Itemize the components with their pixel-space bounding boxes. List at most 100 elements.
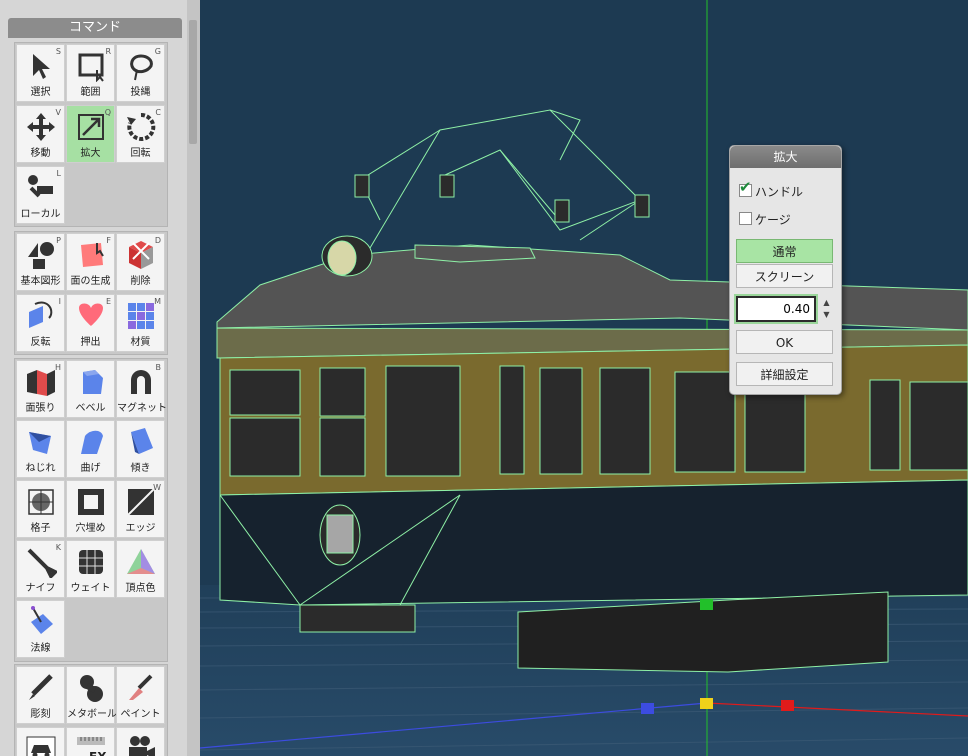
tool-label: ウェイト [70, 583, 111, 594]
command-sidebar: コマンド S 選択 R 範囲 G 投縄 V 移動 Q 拡大 C 回転 L ローカル P 基本図形 F 面の生成 D… [0, 0, 200, 756]
mode-screen-button[interactable]: スクリーン [736, 264, 833, 288]
tool-shortcut-key: K [55, 543, 61, 552]
tool-twist[interactable]: ねじれ [16, 420, 65, 478]
tool-flip[interactable]: I 反転 [16, 294, 65, 352]
tool-range[interactable]: R 範囲 [66, 44, 115, 102]
x-handle[interactable] [781, 700, 794, 711]
paint-icon [129, 674, 153, 700]
twist-icon [29, 432, 51, 454]
gauge-checkbox-label: ケージ [755, 213, 791, 227]
z-handle[interactable] [641, 703, 654, 714]
shapes-icon [28, 242, 54, 269]
tool-shortcut-key: C [155, 108, 161, 117]
tool-vertex-color[interactable]: 頂点色 [116, 540, 165, 598]
tool-ruler[interactable]: FX [66, 727, 115, 756]
tool-shortcut-key: W [153, 483, 161, 492]
tool-label: ローカル [20, 209, 61, 220]
tool-lattice[interactable]: 格子 [16, 480, 65, 538]
y-handle[interactable] [700, 599, 713, 610]
spin-up-icon[interactable]: ▲ [820, 297, 833, 309]
tool-metaball[interactable]: メタボール [66, 666, 117, 724]
magnet-icon [131, 370, 151, 394]
tool-label: 曲げ [80, 463, 101, 474]
tool-label: マグネット [117, 403, 167, 414]
tool-label: ペイント [120, 709, 161, 720]
movie-camera-icon [129, 736, 155, 756]
gauge-checkbox[interactable]: ケージ [739, 212, 791, 228]
tool-label: エッジ [125, 523, 156, 534]
tool-shortcut-key: I [58, 297, 61, 306]
checkmark-icon: ✔ [739, 178, 752, 196]
ok-button[interactable]: OK [736, 330, 833, 354]
tool-car[interactable] [16, 727, 65, 756]
material-icon [128, 303, 154, 329]
tool-shortcut-key: F [106, 236, 111, 245]
tool-shortcut-key: V [55, 108, 61, 117]
scale-value-field: ▲ ▼ [734, 294, 833, 324]
gauge-checkbox-box[interactable] [739, 212, 752, 225]
tool-shortcut-key: R [105, 47, 111, 56]
tool-extrude[interactable]: E 押出 [66, 294, 115, 352]
tool-scale[interactable]: Q 拡大 [66, 105, 115, 163]
lattice-icon [28, 489, 54, 515]
tool-magnet[interactable]: B マグネット [116, 360, 167, 418]
tool-camera[interactable] [116, 727, 165, 756]
mode-normal-button[interactable]: 通常 [736, 239, 833, 263]
tool-label: 法線 [30, 643, 51, 654]
tool-shortcut-key: H [54, 363, 61, 372]
handle-checkbox[interactable]: ✔ ハンドル [739, 179, 803, 200]
handle-checkbox-box[interactable]: ✔ [739, 179, 752, 197]
tool-shortcut-key: E [105, 297, 111, 306]
tool-normal[interactable]: 法線 [16, 600, 65, 658]
tool-shortcut-key: M [154, 297, 161, 306]
tool-weight[interactable]: ウェイト [66, 540, 115, 598]
tool-basic-shape[interactable]: P 基本図形 [16, 233, 65, 291]
move-arrows-icon [27, 113, 55, 141]
scale-value-input[interactable] [734, 294, 818, 324]
tool-lasso[interactable]: G 投縄 [116, 44, 165, 102]
tool-material[interactable]: M 材質 [116, 294, 165, 352]
tool-create-face[interactable]: F 面の生成 [66, 233, 115, 291]
tool-paint[interactable]: ペイント [116, 666, 165, 724]
3d-viewport[interactable] [200, 0, 968, 756]
tool-label: 拡大 [80, 148, 101, 159]
tool-group-edit: P 基本図形 F 面の生成 D 削除 I 反転 E 押出 M 材質 [14, 231, 168, 355]
sidebar-scrollbar[interactable] [187, 0, 200, 756]
tool-edge[interactable]: W エッジ [116, 480, 165, 538]
tool-label: 面張り [25, 403, 56, 414]
tool-shortcut-key: B [155, 363, 162, 372]
tool-sculpt[interactable]: 彫刻 [16, 666, 65, 724]
tool-label: 格子 [30, 523, 51, 534]
tool-tilt[interactable]: 傾き [116, 420, 165, 478]
tool-knife[interactable]: K ナイフ [16, 540, 65, 598]
tool-fill-hole[interactable]: 穴埋め [66, 480, 115, 538]
sidebar-scrollbar-thumb[interactable] [189, 20, 197, 144]
tool-label: 反転 [30, 337, 51, 348]
center-handle[interactable] [700, 698, 713, 709]
tool-select[interactable]: S 選択 [16, 44, 65, 102]
tool-label: 投縄 [130, 87, 151, 98]
delete-icon [129, 241, 153, 269]
tool-label: 穴埋め [75, 523, 106, 534]
tool-label: 選択 [30, 87, 51, 98]
tool-delete[interactable]: D 削除 [116, 233, 165, 291]
tool-bend[interactable]: 曲げ [66, 420, 115, 478]
bend-icon [81, 430, 103, 454]
tool-label: 移動 [30, 148, 51, 159]
details-button[interactable]: 詳細設定 [736, 362, 833, 386]
sculpt-icon [29, 674, 53, 700]
tool-rotate[interactable]: C 回転 [116, 105, 165, 163]
tool-face-paste[interactable]: H 面張り [16, 360, 65, 418]
scale-dialog-title: 拡大 [730, 146, 841, 168]
tool-label: 彫刻 [30, 709, 51, 720]
normal-icon [31, 606, 53, 634]
tool-bevel[interactable]: ベベル [66, 360, 115, 418]
bevel-icon [83, 370, 103, 394]
rectangle-select-icon [78, 53, 104, 82]
viewport-scene [200, 0, 968, 756]
tool-local[interactable]: L ローカル [16, 166, 65, 224]
tool-move[interactable]: V 移動 [16, 105, 65, 163]
tool-shortcut-key: L [56, 169, 61, 178]
spin-down-icon[interactable]: ▼ [820, 309, 833, 321]
ruler-fx-icon: FX [77, 737, 107, 756]
